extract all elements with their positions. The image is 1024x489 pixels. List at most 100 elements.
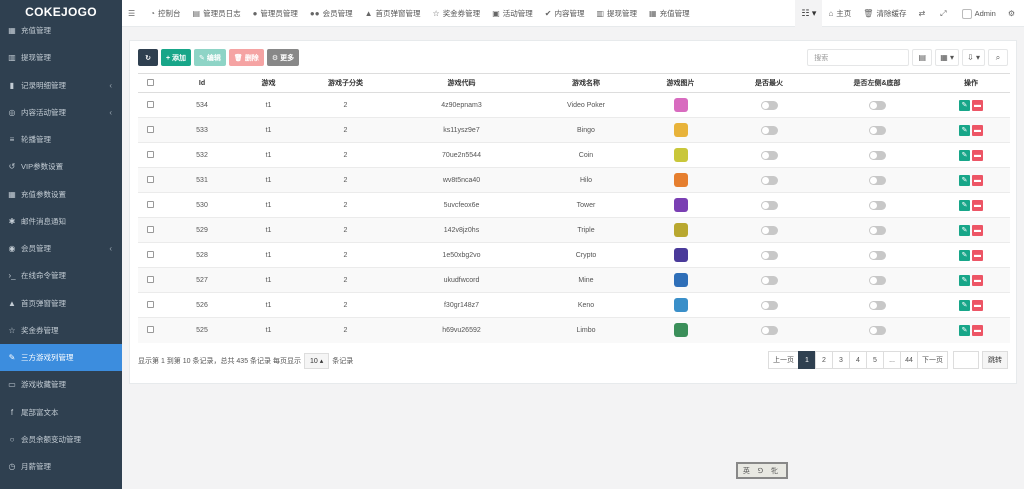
row-checkbox[interactable] (138, 242, 162, 268)
toggle-view-button[interactable]: ▤ (912, 49, 933, 66)
hot-toggle[interactable] (760, 125, 778, 135)
row-delete-button[interactable]: ▬ (972, 249, 983, 261)
topbar-item-1[interactable]: ▤ 管理员日志 (187, 0, 247, 27)
table-row[interactable]: 527 t1 2 ukudfwcord Mine ✎ ▬ (138, 267, 1010, 293)
game-thumbnail[interactable] (673, 173, 688, 187)
page-button[interactable]: 4 (849, 351, 867, 369)
row-checkbox[interactable] (138, 117, 162, 143)
table-row[interactable]: 534 t1 2 4z90epnam3 Video Poker ✎ ▬ (138, 92, 1010, 118)
table-row[interactable]: 533 t1 2 ks11ysz9e7 Bingo ✎ ▬ (138, 117, 1010, 143)
page-button[interactable]: 1 (798, 351, 816, 369)
row-edit-button[interactable]: ✎ (959, 274, 970, 286)
game-thumbnail[interactable] (673, 298, 688, 312)
row-edit-button[interactable]: ✎ (959, 99, 970, 111)
row-edit-button[interactable]: ✎ (959, 174, 970, 186)
topbar-item-5[interactable]: ☆ 奖金券管理 (427, 0, 487, 27)
sidebar-item-9[interactable]: ›_ 在线命令管理 (0, 262, 122, 289)
topbar-item-8[interactable]: ▥ 提现管理 (590, 0, 643, 27)
column-header[interactable]: 游戏 (242, 73, 295, 93)
game-thumbnail[interactable] (673, 98, 688, 112)
sidebar-item-8[interactable]: ◉ 会员管理 ‹ (0, 235, 122, 262)
game-thumbnail[interactable] (673, 198, 688, 212)
left-bottom-toggle[interactable] (868, 225, 886, 235)
export-button[interactable]: ⇩ ▾ (962, 49, 985, 66)
topbar-item-3[interactable]: ●● 会员管理 (304, 0, 359, 27)
refresh-button[interactable]: ↻ (138, 49, 158, 66)
page-button[interactable]: 2 (815, 351, 833, 369)
table-row[interactable]: 531 t1 2 wv8t5nca40 Hilo ✎ ▬ (138, 167, 1010, 193)
hot-toggle[interactable] (760, 300, 778, 310)
column-header[interactable]: 游戏子分类 (295, 73, 396, 93)
sidebar-item-11[interactable]: ☆ 奖金券管理 (0, 317, 122, 344)
hot-toggle[interactable] (760, 150, 778, 160)
page-button[interactable]: 5 (866, 351, 884, 369)
delete-button[interactable]: 🗑 删除 (228, 49, 264, 66)
column-header[interactable]: Id (162, 73, 242, 93)
topbar-item-6[interactable]: ▣ 活动管理 (486, 0, 539, 27)
left-bottom-toggle[interactable] (868, 275, 886, 285)
row-edit-button[interactable]: ✎ (959, 199, 970, 211)
settings-button[interactable]: ⚙ (1002, 0, 1024, 27)
prev-page-button[interactable]: 上一页 (768, 351, 799, 369)
sidebar-item-15[interactable]: ○ 会员余额变动管理 (0, 426, 122, 453)
row-delete-button[interactable]: ▬ (972, 124, 983, 136)
row-delete-button[interactable]: ▬ (972, 274, 983, 286)
page-button[interactable]: ... (883, 351, 901, 369)
search-button[interactable]: ⌕ (988, 49, 1008, 66)
sidebar-item-12[interactable]: ✎ 三方游戏列管理 (0, 344, 122, 371)
edit-button[interactable]: ✎ 编辑 (194, 49, 226, 66)
column-header[interactable]: 是否最火 (716, 73, 822, 93)
topbar-item-9[interactable]: ▦ 充值管理 (643, 0, 696, 27)
left-bottom-toggle[interactable] (868, 200, 886, 210)
fullscreen-button[interactable]: ⤢ (934, 0, 955, 27)
table-row[interactable]: 530 t1 2 5uvcfeox6e Tower ✎ ▬ (138, 192, 1010, 218)
row-edit-button[interactable]: ✎ (959, 224, 970, 236)
next-page-button[interactable]: 下一页 (917, 351, 948, 369)
column-header[interactable]: 操作 (932, 73, 1010, 93)
sidebar-item-5[interactable]: ↺ VIP参数设置 (0, 153, 122, 180)
game-thumbnail[interactable] (673, 323, 688, 338)
left-bottom-toggle[interactable] (868, 100, 886, 110)
more-button[interactable]: ⚙ 更多 (266, 49, 300, 66)
page-button[interactable]: 3 (832, 351, 850, 369)
sidebar-item-6[interactable]: ▦ 充值参数设置 (0, 181, 122, 208)
sidebar-item-3[interactable]: ◎ 内容活动管理 ‹ (0, 99, 122, 126)
table-row[interactable]: 528 t1 2 1e50xbg2vo Crypto ✎ ▬ (138, 242, 1010, 268)
hot-toggle[interactable] (760, 175, 778, 185)
admin-profile[interactable]: Admin (956, 0, 1002, 27)
row-checkbox[interactable] (138, 192, 162, 218)
sidebar-item-7[interactable]: ✱ 邮件消息通知 (0, 208, 122, 235)
more-menu-button[interactable]: ☷ ▾ (795, 0, 823, 27)
left-bottom-toggle[interactable] (868, 175, 886, 185)
row-delete-button[interactable]: ▬ (972, 149, 983, 161)
jump-page-input[interactable] (953, 351, 979, 369)
clear-cache-link[interactable]: 🗑 清除缓存 (857, 0, 912, 27)
sidebar-item-1[interactable]: ▥ 提现管理 (0, 44, 122, 71)
row-delete-button[interactable]: ▬ (972, 174, 983, 186)
left-bottom-toggle[interactable] (868, 325, 886, 335)
sidebar-item-13[interactable]: ▭ 游戏收藏管理 (0, 371, 122, 398)
page-size-select[interactable]: 10 ▴ (303, 353, 330, 369)
row-edit-button[interactable]: ✎ (959, 249, 970, 261)
row-edit-button[interactable]: ✎ (959, 299, 970, 311)
row-checkbox[interactable] (138, 267, 162, 293)
search-input[interactable]: 搜索 (807, 49, 910, 66)
home-link[interactable]: ⌂ 主页 (822, 0, 857, 27)
hot-toggle[interactable] (760, 225, 778, 235)
row-delete-button[interactable]: ▬ (972, 224, 983, 236)
hot-toggle[interactable] (760, 100, 778, 110)
add-button[interactable]: + 添加 (161, 49, 192, 66)
topbar-item-0[interactable]: ◔ 控制台 (144, 0, 186, 27)
menu-toggle-button[interactable]: ☰ (122, 0, 144, 27)
sidebar-item-4[interactable]: ≡ 轮播管理 (0, 126, 122, 153)
game-thumbnail[interactable] (673, 223, 688, 237)
left-bottom-toggle[interactable] (868, 125, 886, 135)
columns-button[interactable]: ▦ ▾ (935, 49, 960, 66)
game-thumbnail[interactable] (673, 248, 688, 262)
sidebar-item-16[interactable]: ◷ 月薪管理 (0, 453, 122, 480)
row-delete-button[interactable]: ▬ (972, 99, 983, 111)
sidebar-item-10[interactable]: ▲ 首页弹窗管理 (0, 290, 122, 317)
row-delete-button[interactable]: ▬ (972, 299, 983, 311)
row-checkbox[interactable] (138, 217, 162, 243)
column-header[interactable]: 是否左侧&底部 (822, 73, 932, 93)
